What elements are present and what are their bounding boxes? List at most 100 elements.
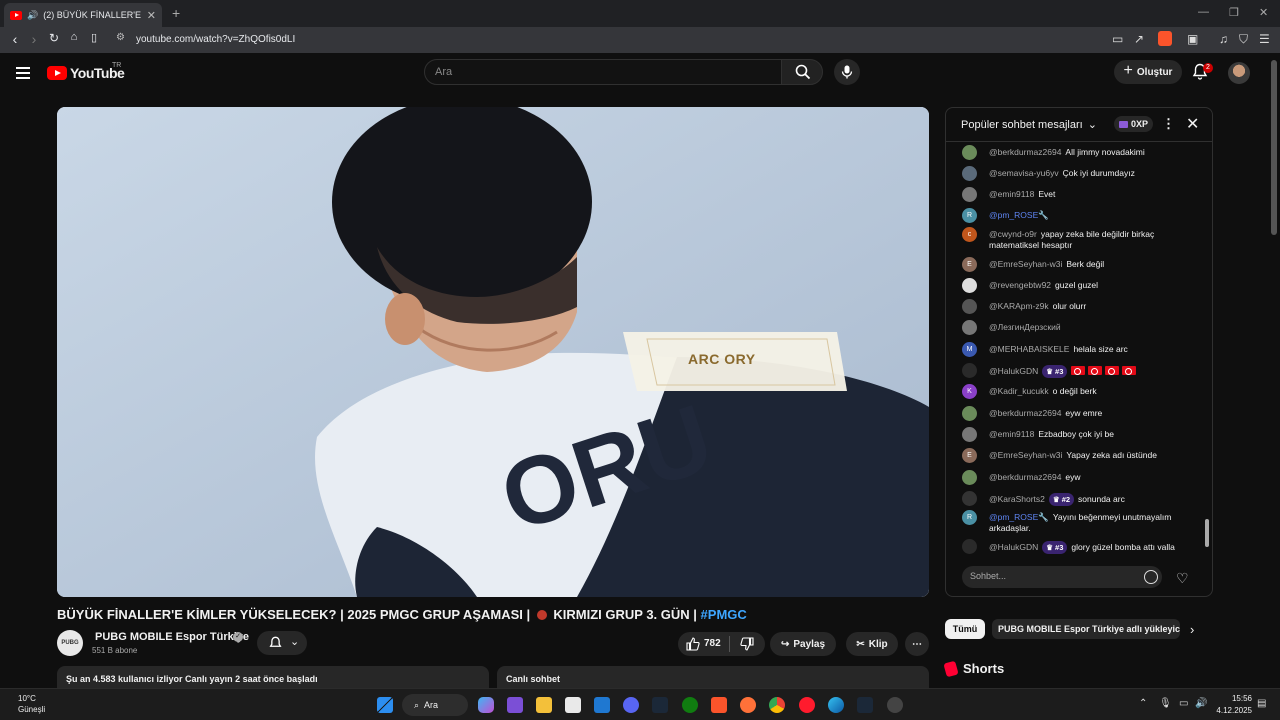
minimize-icon[interactable]: — xyxy=(1198,6,1209,18)
close-chat-icon[interactable]: ✕ xyxy=(1186,114,1199,134)
chip-all[interactable]: Tümü xyxy=(945,619,985,639)
browser-menu-icon[interactable]: ☰ xyxy=(1259,32,1270,46)
chat-author-name[interactable]: @berkdurmaz2694 xyxy=(989,472,1061,482)
chrome-icon[interactable] xyxy=(769,697,785,713)
search-input[interactable]: Ara xyxy=(424,59,782,85)
chat-more-icon[interactable]: ⋮ xyxy=(1162,116,1175,132)
heart-icon[interactable]: ♡ xyxy=(1176,570,1189,587)
speaker-icon[interactable]: 🔊 xyxy=(27,10,38,21)
chat-author-avatar[interactable] xyxy=(962,299,977,314)
subscribed-notifications-button[interactable]: ⌄ xyxy=(257,631,307,655)
chat-author-avatar[interactable]: K xyxy=(962,384,977,399)
chat-author-name[interactable]: @revengebtw92 xyxy=(989,280,1051,290)
chat-author-name[interactable]: @EmreSeyhan-w3i xyxy=(989,259,1062,269)
mic-tray-icon[interactable]: 🎙 xyxy=(1159,698,1172,709)
chat-author-avatar[interactable]: E xyxy=(962,448,977,463)
chat-scroll-thumb[interactable] xyxy=(1205,519,1209,547)
app-icon[interactable] xyxy=(887,697,903,713)
outlook-icon[interactable] xyxy=(594,697,610,713)
chat-author-name[interactable]: @ЛезгинДерзский xyxy=(989,322,1061,332)
more-actions-button[interactable]: ⋯ xyxy=(905,632,929,656)
cast-icon[interactable]: ▭ xyxy=(1112,32,1123,46)
chat-author-avatar[interactable] xyxy=(962,187,977,202)
weather-widget[interactable]: 10°C Güneşli xyxy=(18,693,45,715)
page-scrollbar[interactable] xyxy=(1271,60,1277,235)
chat-author-name[interactable]: @EmreSeyhan-w3i xyxy=(989,450,1062,460)
firefox-icon[interactable] xyxy=(740,697,756,713)
chat-author-avatar[interactable] xyxy=(962,539,977,554)
chat-author-avatar[interactable] xyxy=(962,470,977,485)
chat-author-name[interactable]: @emin9118 xyxy=(989,429,1034,439)
network-icon[interactable]: ▭ xyxy=(1179,698,1188,709)
chat-author-avatar[interactable]: c xyxy=(962,227,977,242)
clipchamp-icon[interactable] xyxy=(507,697,523,713)
windows-start-icon[interactable] xyxy=(377,697,393,713)
channel-avatar[interactable]: PUBG xyxy=(57,630,83,656)
discord-icon[interactable] xyxy=(623,697,639,713)
chevron-right-icon[interactable]: › xyxy=(1190,622,1194,637)
maximize-icon[interactable]: ❐ xyxy=(1229,6,1239,19)
chat-author-avatar[interactable] xyxy=(962,166,977,181)
search-button[interactable] xyxy=(781,59,823,85)
system-clock[interactable]: 15:56 4.12.2025 xyxy=(1214,693,1252,717)
create-button[interactable]: + Oluştur xyxy=(1114,60,1182,84)
bookmark-icon[interactable]: ▯ xyxy=(85,31,103,44)
chat-author-name[interactable]: @semavisa-yu6yv xyxy=(989,168,1059,178)
new-tab-button[interactable]: + xyxy=(172,5,180,21)
chat-author-name[interactable]: @KaraShorts2 xyxy=(989,494,1045,504)
xp-badge[interactable]: 0XP xyxy=(1114,116,1154,132)
chat-author-avatar[interactable] xyxy=(962,427,977,442)
brave-shield-icon[interactable] xyxy=(1158,31,1172,46)
chat-author-avatar[interactable] xyxy=(962,145,977,160)
channel-name[interactable]: PUBG MOBILE Espor Türkiye xyxy=(95,631,249,643)
chat-author-name[interactable]: @Kadir_kucukk xyxy=(989,386,1049,396)
video-player[interactable]: ORU ARC ORY xyxy=(57,107,929,597)
xbox-icon[interactable] xyxy=(682,697,698,713)
opera-icon[interactable] xyxy=(799,697,815,713)
dislike-button[interactable] xyxy=(730,632,765,656)
forward-icon[interactable]: › xyxy=(25,31,43,47)
reload-icon[interactable]: ↻ xyxy=(45,31,63,45)
chat-author-name[interactable]: @pm_ROSE🔧 xyxy=(989,512,1049,522)
chat-author-avatar[interactable]: E xyxy=(962,257,977,272)
chat-author-name[interactable]: @pm_ROSE🔧 xyxy=(989,210,1049,220)
hashtag-link[interactable]: #PMGC xyxy=(701,607,747,622)
chat-author-name[interactable]: @berkdurmaz2694 xyxy=(989,147,1061,157)
file-explorer-icon[interactable] xyxy=(536,697,552,713)
hamburger-menu-icon[interactable] xyxy=(16,67,30,79)
chat-author-name[interactable]: @HalukGDN xyxy=(989,542,1038,552)
chat-input[interactable]: Sohbet... xyxy=(962,566,1162,588)
tray-overflow-icon[interactable]: ⌃ xyxy=(1139,698,1147,709)
steam-icon-2[interactable] xyxy=(857,697,873,713)
chat-author-name[interactable]: @berkdurmaz2694 xyxy=(989,408,1061,418)
like-button[interactable]: 782 xyxy=(678,632,729,656)
voice-search-button[interactable] xyxy=(834,59,860,85)
chat-author-avatar[interactable] xyxy=(962,320,977,335)
chat-author-avatar[interactable]: R xyxy=(962,208,977,223)
notification-center-icon[interactable]: ▤ xyxy=(1257,698,1266,709)
store-icon[interactable] xyxy=(565,697,581,713)
steam-icon[interactable] xyxy=(652,697,668,713)
chat-author-avatar[interactable] xyxy=(962,278,977,293)
account-avatar[interactable] xyxy=(1228,62,1250,84)
site-info-icon[interactable]: ⚙ xyxy=(116,32,125,43)
chat-author-avatar[interactable]: R xyxy=(962,510,977,525)
vpn-icon[interactable]: ⛉ xyxy=(1239,32,1248,47)
share-button[interactable]: ↪ Paylaş xyxy=(770,632,836,656)
youtube-logo[interactable]: YouTube TR xyxy=(47,62,125,81)
chat-author-avatar[interactable] xyxy=(962,363,977,378)
chat-author-avatar[interactable]: M xyxy=(962,342,977,357)
browser-tab[interactable]: 🔊 (2) BÜYÜK FİNALLER'E KİMLER ✕ xyxy=(4,3,162,27)
sidebar-toggle-icon[interactable]: ▣ xyxy=(1187,32,1198,46)
chat-scrollbar[interactable] xyxy=(1204,148,1209,552)
brave-icon[interactable] xyxy=(711,697,727,713)
chip-from-uploader[interactable]: PUBG MOBILE Espor Türkiye adlı yükleyici… xyxy=(992,619,1180,639)
media-icon[interactable]: ♫ xyxy=(1219,32,1228,46)
chat-mode-dropdown[interactable]: Popüler sohbet mesajları ⌄ xyxy=(961,118,1097,131)
chat-author-name[interactable]: @KARApm-z9k xyxy=(989,301,1049,311)
chat-author-avatar[interactable] xyxy=(962,406,977,421)
volume-icon[interactable]: 🔊 xyxy=(1195,698,1207,709)
close-tab-icon[interactable]: ✕ xyxy=(147,9,156,22)
share-page-icon[interactable]: ↗ xyxy=(1134,32,1144,46)
home-icon[interactable]: ⌂ xyxy=(65,31,83,43)
